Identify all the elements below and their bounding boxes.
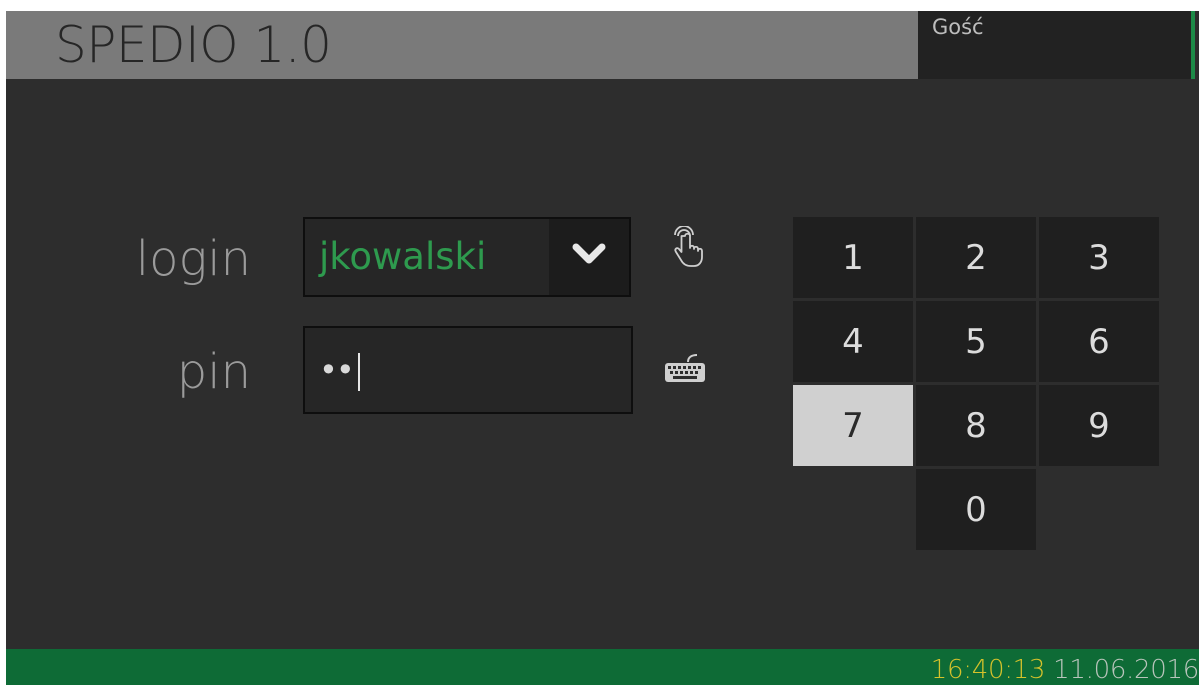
keypad-key-8[interactable]: 8 [916,385,1036,466]
chevron-down-icon [572,243,606,271]
keypad-key-0[interactable]: 0 [916,469,1036,550]
login-dropdown-button[interactable] [549,219,629,295]
keypad-key-9[interactable]: 9 [1039,385,1159,466]
login-label: login [135,231,251,287]
keypad-key-1[interactable]: 1 [793,217,913,298]
status-footer: 16:40:13 11.06.2016 [6,649,1199,685]
current-date: 11.06.2016 [1053,655,1199,685]
user-panel-accent [1191,11,1195,79]
text-caret [357,353,360,391]
keypad-key-6[interactable]: 6 [1039,301,1159,382]
clock-time: 16:40:13 [930,655,1046,685]
current-user-name: Gość [932,15,984,39]
footer-datetime: 16:40:13 11.06.2016 [931,653,1199,685]
pin-masked-value: •• [319,350,360,391]
pin-input[interactable]: •• [303,326,633,414]
keypad-key-3[interactable]: 3 [1039,217,1159,298]
keyboard-icon[interactable] [662,344,708,390]
keypad-key-5[interactable]: 5 [916,301,1036,382]
app-title: SPEDIO 1.0 [55,16,332,74]
login-screen: SPEDIO 1.0 Gość login jkowalski pin •• 1… [6,11,1199,685]
app-header: SPEDIO 1.0 [6,11,918,79]
keypad-key-4[interactable]: 4 [793,301,913,382]
login-select[interactable]: jkowalski [303,217,631,297]
keypad-key-7[interactable]: 7 [793,385,913,466]
touch-hand-icon[interactable] [662,225,708,271]
login-value: jkowalski [319,235,487,278]
user-panel[interactable]: Gość [918,11,1195,79]
keypad-key-2[interactable]: 2 [916,217,1036,298]
pin-label: pin [176,344,251,400]
